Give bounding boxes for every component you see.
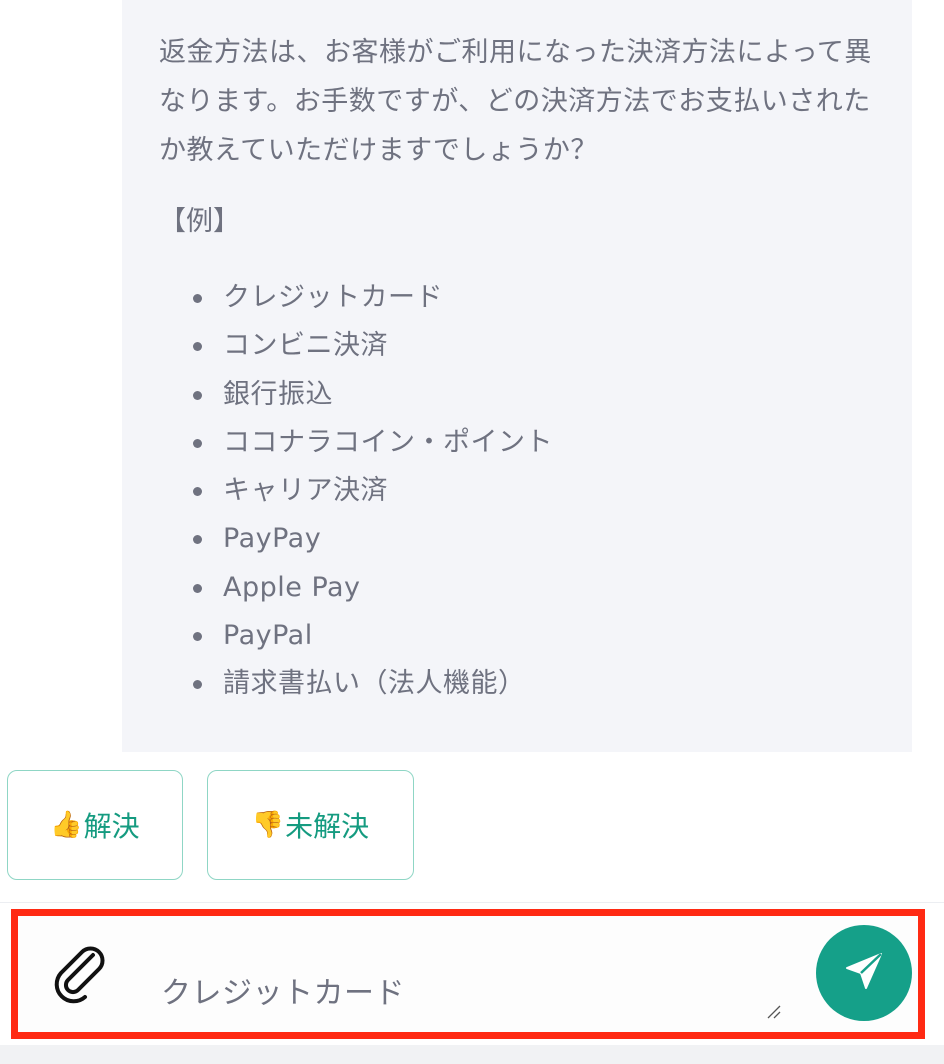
payment-method-list: クレジットカード コンビニ決済 銀行振込 ココナラコイン・ポイント キャリア決済… (159, 274, 876, 709)
unresolved-button[interactable]: 👎 未解決 (207, 770, 414, 880)
list-item: ココナラコイン・ポイント (193, 419, 876, 467)
list-item: PayPal (193, 612, 876, 660)
thumbs-down-icon: 👎 (251, 810, 285, 840)
resize-handle-icon[interactable] (766, 1004, 782, 1020)
paper-plane-icon (842, 949, 886, 997)
list-item: 請求書払い（法人機能） (193, 660, 876, 708)
bot-message-bubble: 返金方法は、お客様がご利用になった決済方法によって異なります。お手数ですが、どの… (122, 0, 912, 752)
list-item: PayPay (193, 515, 876, 563)
list-item: キャリア決済 (193, 467, 876, 515)
message-composer (11, 909, 925, 1039)
resolved-button[interactable]: 👍 解決 (7, 770, 183, 880)
list-item: コンビニ決済 (193, 322, 876, 370)
list-item: クレジットカード (193, 274, 876, 322)
send-button[interactable] (816, 925, 912, 1021)
composer-divider (0, 902, 944, 903)
example-heading: 【例】 (159, 206, 240, 237)
thumbs-up-icon: 👍 (50, 810, 83, 840)
bottom-strip (0, 1045, 944, 1064)
paperclip-icon[interactable] (52, 944, 112, 1004)
list-item: 銀行振込 (193, 371, 876, 419)
bot-message-text: 返金方法は、お客様がご利用になった決済方法によって異なります。お手数ですが、どの… (159, 37, 872, 166)
unresolved-label: 未解決 (285, 810, 370, 843)
list-item: Apple Pay (193, 564, 876, 612)
message-input[interactable] (159, 954, 783, 1026)
resolved-label: 解決 (83, 810, 140, 843)
